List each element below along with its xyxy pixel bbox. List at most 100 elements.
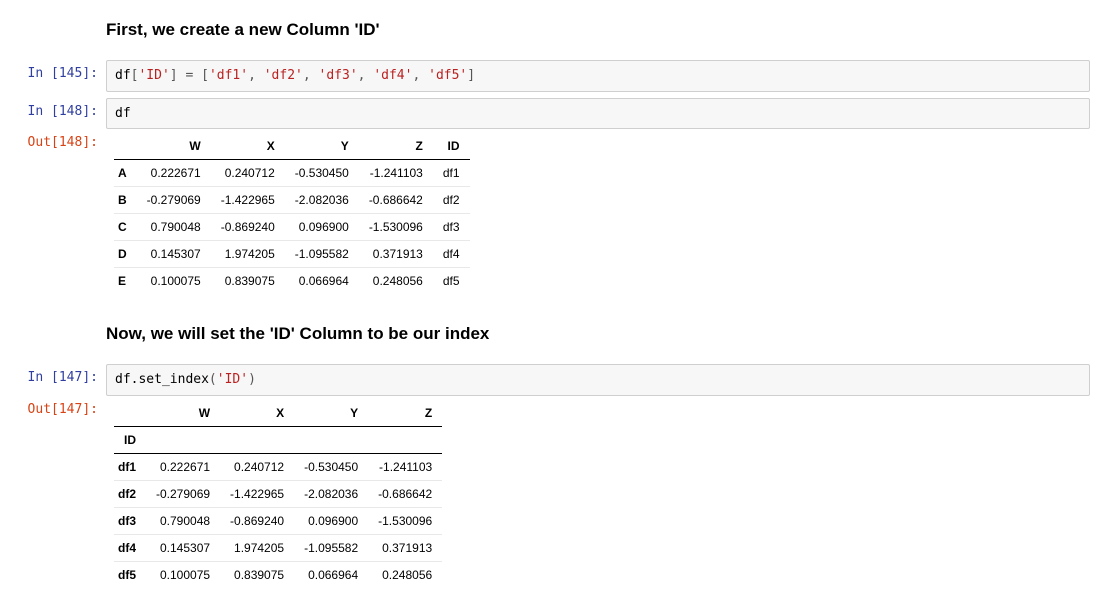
code-token: 'ID'	[217, 372, 248, 387]
table-column-header: X	[211, 133, 285, 160]
dataframe-table: WXYZ IDdf10.2226710.240712-0.530450-1.241…	[114, 400, 442, 588]
table-row: df50.1000750.8390750.0669640.248056	[114, 561, 442, 588]
table-column-header: Z	[368, 400, 442, 427]
row-index: df3	[114, 507, 146, 534]
table-cell: 0.790048	[146, 507, 220, 534]
code-token: 'df2'	[264, 68, 303, 83]
code-token: 'df1'	[209, 68, 248, 83]
code-input[interactable]: df	[106, 98, 1090, 130]
table-cell: 0.222671	[137, 160, 211, 187]
row-index: E	[114, 268, 137, 295]
table-cell: 0.096900	[285, 214, 359, 241]
table-cell: -0.686642	[368, 480, 442, 507]
table-column-header: Z	[359, 133, 433, 160]
table-row: df2-0.279069-1.422965-2.082036-0.686642	[114, 480, 442, 507]
input-prompt: In [148]:	[10, 98, 106, 119]
markdown-cell: Now, we will set the 'ID' Column to be o…	[10, 310, 1090, 358]
table-cell: 0.371913	[368, 534, 442, 561]
markdown-heading: Now, we will set the 'ID' Column to be o…	[106, 324, 1090, 344]
code-token: 'df4'	[373, 68, 412, 83]
code-token: )	[248, 372, 256, 387]
code-token: df.set_index	[115, 372, 209, 387]
output-prompt: Out[148]:	[10, 129, 106, 150]
table-row: A0.2226710.240712-0.530450-1.241103df1	[114, 160, 470, 187]
markdown-cell: First, we create a new Column 'ID'	[10, 6, 1090, 54]
row-index: df2	[114, 480, 146, 507]
table-cell: -1.530096	[359, 214, 433, 241]
markdown-heading: First, we create a new Column 'ID'	[106, 20, 1090, 40]
row-index: B	[114, 187, 137, 214]
table-cell: 0.839075	[211, 268, 285, 295]
table-column-header: ID	[433, 133, 470, 160]
output-area: WXYZIDA0.2226710.240712-0.530450-1.24110…	[106, 129, 1090, 304]
table-index-header	[114, 400, 146, 427]
table-cell: 0.100075	[146, 561, 220, 588]
table-cell: df5	[433, 268, 470, 295]
table-cell: df2	[433, 187, 470, 214]
row-index: df1	[114, 453, 146, 480]
table-cell: -1.530096	[368, 507, 442, 534]
table-row: df10.2226710.240712-0.530450-1.241103	[114, 453, 442, 480]
row-index: A	[114, 160, 137, 187]
table-cell: 0.240712	[211, 160, 285, 187]
row-index: df4	[114, 534, 146, 561]
table-column-header: W	[146, 400, 220, 427]
code-cell: In [148]: df Out[148]: WXYZIDA0.2226710.…	[10, 98, 1090, 305]
dataframe-table: WXYZIDA0.2226710.240712-0.530450-1.24110…	[114, 133, 470, 294]
table-cell: df4	[433, 241, 470, 268]
table-column-header: Y	[285, 133, 359, 160]
table-row: C0.790048-0.8692400.096900-1.530096df3	[114, 214, 470, 241]
table-cell: df1	[433, 160, 470, 187]
code-input[interactable]: df.set_index('ID')	[106, 364, 1090, 396]
code-token: df	[115, 106, 131, 121]
table-column-header: W	[137, 133, 211, 160]
table-cell: -0.686642	[359, 187, 433, 214]
table-cell: -0.279069	[146, 480, 220, 507]
table-row: E0.1000750.8390750.0669640.248056df5	[114, 268, 470, 295]
table-cell: 0.066964	[294, 561, 368, 588]
table-cell: 0.240712	[220, 453, 294, 480]
code-token: 'df5'	[428, 68, 467, 83]
code-token: ] = [	[170, 68, 209, 83]
table-cell: 0.371913	[359, 241, 433, 268]
table-index-name: ID	[114, 426, 146, 453]
table-cell: -1.241103	[368, 453, 442, 480]
table-cell: -2.082036	[285, 187, 359, 214]
code-token: 'df3'	[319, 68, 358, 83]
table-cell: 0.790048	[137, 214, 211, 241]
code-input[interactable]: df['ID'] = ['df1', 'df2', 'df3', 'df4', …	[106, 60, 1090, 92]
code-token: ,	[412, 68, 428, 83]
table-cell: 0.145307	[137, 241, 211, 268]
table-cell: -1.422965	[220, 480, 294, 507]
table-cell: 0.839075	[220, 561, 294, 588]
table-cell: 0.096900	[294, 507, 368, 534]
table-cell: 1.974205	[220, 534, 294, 561]
table-cell: -0.530450	[285, 160, 359, 187]
table-row: D0.1453071.974205-1.0955820.371913df4	[114, 241, 470, 268]
code-cell: In [147]: df.set_index('ID') Out[147]: W…	[10, 364, 1090, 598]
table-cell: -0.869240	[211, 214, 285, 241]
row-index: C	[114, 214, 137, 241]
table-cell: 0.100075	[137, 268, 211, 295]
table-cell: -0.279069	[137, 187, 211, 214]
table-cell: -1.241103	[359, 160, 433, 187]
table-index-header	[114, 133, 137, 160]
table-cell: -0.869240	[220, 507, 294, 534]
output-prompt: Out[147]:	[10, 396, 106, 417]
row-index: df5	[114, 561, 146, 588]
code-token: (	[209, 372, 217, 387]
output-area: WXYZ IDdf10.2226710.240712-0.530450-1.241…	[106, 396, 1090, 598]
table-column-header: Y	[294, 400, 368, 427]
table-cell: 0.066964	[285, 268, 359, 295]
table-column-header: X	[220, 400, 294, 427]
row-index: D	[114, 241, 137, 268]
table-cell: -1.095582	[285, 241, 359, 268]
code-cell: In [145]: df['ID'] = ['df1', 'df2', 'df3…	[10, 60, 1090, 92]
table-cell: 0.145307	[146, 534, 220, 561]
code-token: ]	[467, 68, 475, 83]
code-token: df	[115, 68, 131, 83]
table-cell: 1.974205	[211, 241, 285, 268]
table-cell: -1.095582	[294, 534, 368, 561]
table-cell: 0.222671	[146, 453, 220, 480]
table-row: df40.1453071.974205-1.0955820.371913	[114, 534, 442, 561]
